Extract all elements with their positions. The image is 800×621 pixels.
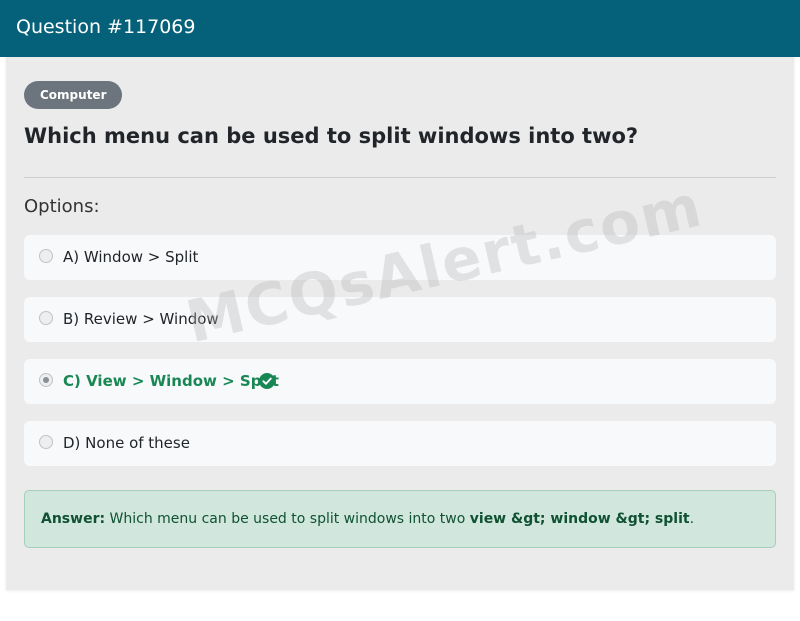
answer-sentence: Which menu can be used to split windows … (105, 511, 470, 527)
check-circle-icon (259, 373, 275, 389)
option-c[interactable]: C) View > Window > Split (24, 359, 776, 404)
radio-c[interactable] (39, 373, 53, 387)
radio-d[interactable] (39, 435, 53, 449)
radio-a[interactable] (39, 249, 53, 263)
question-text: Which menu can be used to split windows … (24, 124, 639, 148)
option-d[interactable]: D) None of these (24, 421, 776, 466)
question-header: Question #117069 (0, 0, 800, 57)
divider (24, 177, 776, 178)
answer-text: Answer: Which menu can be used to split … (41, 511, 694, 527)
category-badge[interactable]: Computer (24, 81, 123, 109)
option-b[interactable]: B) Review > Window (24, 297, 776, 342)
question-number: Question #117069 (16, 16, 196, 38)
option-a-label: A) Window > Split (63, 248, 199, 266)
option-b-label: B) Review > Window (63, 310, 219, 328)
options-label: Options: (24, 196, 100, 217)
answer-suffix: . (689, 511, 695, 527)
answer-prefix: Answer: (41, 511, 106, 527)
answer-value: view &gt; window &gt; split (469, 511, 690, 527)
answer-box: Answer: Which menu can be used to split … (24, 490, 776, 548)
option-c-label: C) View > Window > Split (63, 372, 279, 390)
radio-b[interactable] (39, 311, 53, 325)
option-d-label: D) None of these (63, 434, 190, 452)
option-a[interactable]: A) Window > Split (24, 235, 776, 280)
